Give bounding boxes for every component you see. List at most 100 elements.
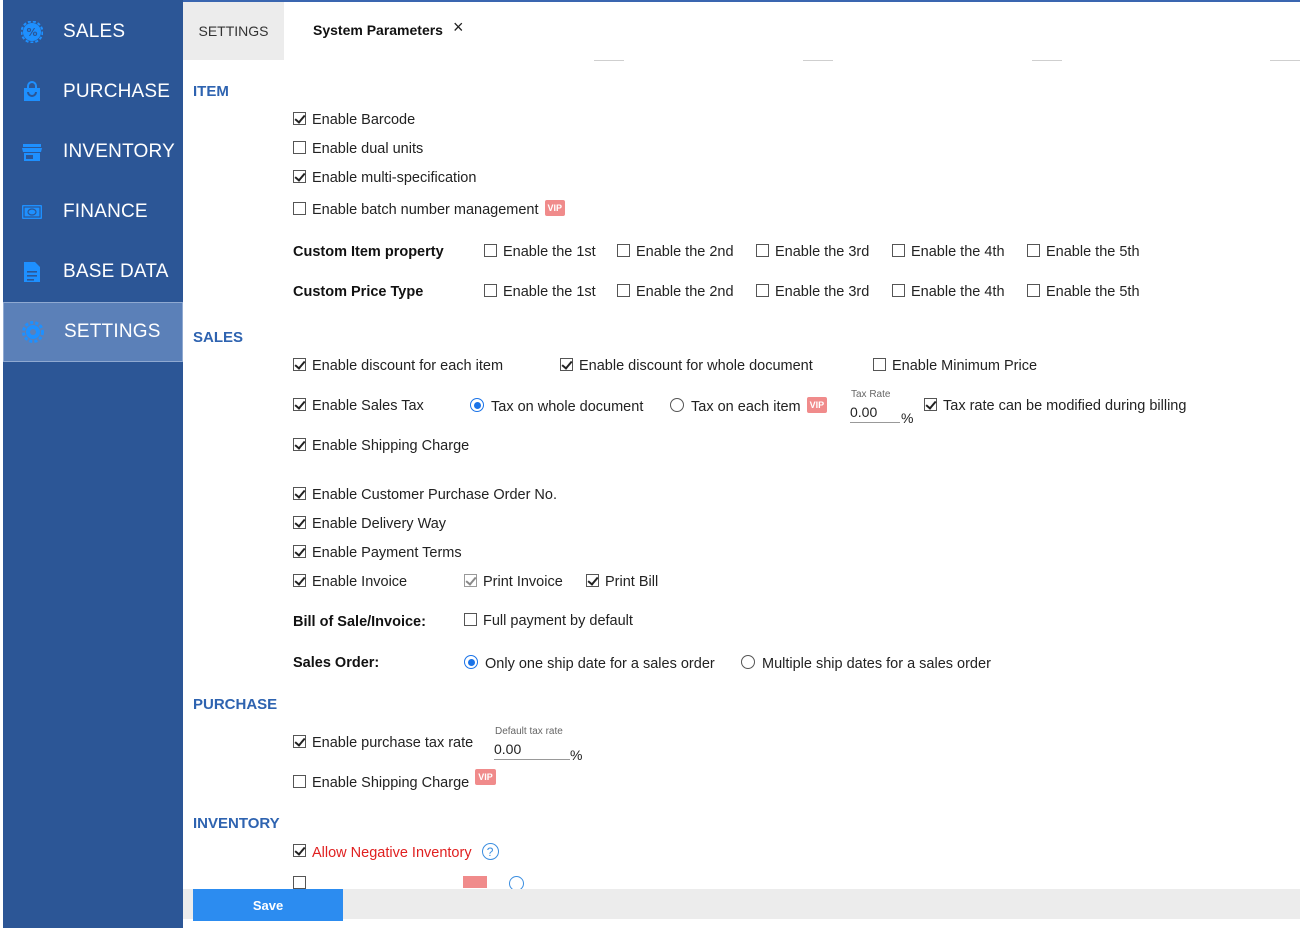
- allow-negative-inventory-checkbox[interactable]: Allow Negative Inventory?: [293, 843, 499, 861]
- help-icon[interactable]: ?: [481, 843, 499, 860]
- checkbox[interactable]: [293, 357, 306, 371]
- option-label: Multiple ship dates for a sales order: [762, 656, 991, 672]
- sidebar-item-base-data[interactable]: BASE DATA: [3, 242, 183, 302]
- radio[interactable]: [470, 398, 484, 412]
- custom-price-2-checkbox[interactable]: Enable the 2nd: [617, 283, 734, 300]
- default-tax-rate-input[interactable]: 0.00: [494, 740, 570, 760]
- custom-item-property-label: Custom Item property: [293, 244, 444, 260]
- custom-property-4-checkbox[interactable]: Enable the 4th: [892, 243, 1005, 260]
- print-bill-checkbox[interactable]: Print Bill: [586, 573, 659, 590]
- checkbox[interactable]: [293, 844, 306, 857]
- full-payment-checkbox[interactable]: Full payment by default: [464, 612, 633, 629]
- purchase-tax-rate-checkbox[interactable]: Enable purchase tax rate: [293, 734, 473, 751]
- tab-bar: SETTINGS System Parameters ×: [183, 2, 1300, 60]
- enable-sales-tax-checkbox[interactable]: Enable Sales Tax: [293, 397, 424, 414]
- sidebar-item-label: BASE DATA: [63, 261, 169, 282]
- option-label: Enable Invoice: [312, 574, 408, 590]
- option-label: Enable dual units: [312, 141, 424, 157]
- close-icon[interactable]: ×: [453, 17, 464, 38]
- tax-rate-field[interactable]: Tax Rate 0.00: [850, 389, 900, 427]
- sidebar-item-sales[interactable]: % SALES: [3, 2, 183, 62]
- sidebar-item-settings[interactable]: SETTINGS: [3, 302, 183, 362]
- custom-property-2-checkbox[interactable]: Enable the 2nd: [617, 243, 734, 260]
- checkbox[interactable]: [293, 774, 306, 788]
- tax-each-item-radio[interactable]: Tax on each item VIP: [670, 397, 828, 415]
- checkbox[interactable]: [293, 486, 306, 500]
- custom-property-1-checkbox[interactable]: Enable the 1st: [484, 243, 596, 260]
- option-label: Enable Barcode: [312, 112, 416, 128]
- print-invoice-checkbox[interactable]: Print Invoice: [464, 573, 563, 590]
- help-icon[interactable]: [509, 876, 524, 889]
- one-ship-date-radio[interactable]: Only one ship date for a sales order: [464, 655, 715, 672]
- enable-barcode-checkbox[interactable]: Enable Barcode: [293, 111, 416, 128]
- save-button[interactable]: Save: [193, 889, 343, 921]
- checkbox[interactable]: [293, 169, 306, 183]
- sidebar-item-purchase[interactable]: PURCHASE: [3, 62, 183, 122]
- tax-whole-document-radio[interactable]: Tax on whole document: [470, 398, 643, 415]
- sidebar-item-inventory[interactable]: INVENTORY: [3, 122, 183, 182]
- default-tax-rate-field[interactable]: Default tax rate 0.00: [494, 726, 570, 764]
- checkbox[interactable]: [464, 573, 477, 587]
- tax-rate-input[interactable]: 0.00: [850, 403, 900, 423]
- sidebar-item-label: INVENTORY: [63, 141, 175, 162]
- checkbox[interactable]: [293, 437, 306, 451]
- checkbox[interactable]: [293, 515, 306, 529]
- delivery-way-checkbox[interactable]: Enable Delivery Way: [293, 515, 446, 532]
- radio[interactable]: [464, 655, 478, 669]
- checkbox[interactable]: [293, 111, 306, 125]
- checkbox[interactable]: [484, 283, 497, 297]
- sales-shipping-charge-checkbox[interactable]: Enable Shipping Charge: [293, 437, 469, 454]
- multiple-ship-dates-radio[interactable]: Multiple ship dates for a sales order: [741, 655, 991, 672]
- vip-badge: [463, 876, 487, 888]
- checkbox[interactable]: [756, 283, 769, 297]
- customer-po-checkbox[interactable]: Enable Customer Purchase Order No.: [293, 486, 557, 503]
- radio[interactable]: [670, 398, 684, 412]
- checkbox[interactable]: [560, 357, 573, 371]
- checkbox[interactable]: [293, 876, 306, 889]
- tab-system-parameters[interactable]: System Parameters: [313, 22, 443, 38]
- checkbox[interactable]: [1027, 283, 1040, 297]
- enable-batch-checkbox[interactable]: Enable batch number management VIP: [293, 200, 566, 218]
- custom-price-1-checkbox[interactable]: Enable the 1st: [484, 283, 596, 300]
- tab-settings[interactable]: SETTINGS: [183, 2, 284, 60]
- option-label: Enable the 1st: [503, 244, 596, 260]
- option-label: Print Bill: [605, 574, 659, 590]
- option-label: Enable the 3rd: [775, 244, 870, 260]
- checkbox[interactable]: [293, 201, 306, 215]
- checkbox[interactable]: [1027, 243, 1040, 257]
- discount-each-item-checkbox[interactable]: Enable discount for each item: [293, 357, 503, 374]
- checkbox[interactable]: [924, 397, 937, 411]
- checkbox[interactable]: [484, 243, 497, 257]
- discount-whole-document-checkbox[interactable]: Enable discount for whole document: [560, 357, 813, 374]
- minimum-price-checkbox[interactable]: Enable Minimum Price: [873, 357, 1037, 374]
- svg-text:%: %: [26, 26, 37, 39]
- custom-price-5-checkbox[interactable]: Enable the 5th: [1027, 283, 1140, 300]
- custom-property-3-checkbox[interactable]: Enable the 3rd: [756, 243, 870, 260]
- payment-terms-checkbox[interactable]: Enable Payment Terms: [293, 544, 462, 561]
- checkbox[interactable]: [617, 283, 630, 297]
- sidebar-item-finance[interactable]: FINANCE: [3, 182, 183, 242]
- purchase-shipping-charge-checkbox[interactable]: Enable Shipping Charge VIP: [293, 769, 496, 791]
- custom-price-4-checkbox[interactable]: Enable the 4th: [892, 283, 1005, 300]
- checkbox[interactable]: [617, 243, 630, 257]
- checkbox[interactable]: [873, 357, 886, 371]
- enable-dual-units-checkbox[interactable]: Enable dual units: [293, 140, 424, 157]
- checkbox[interactable]: [586, 573, 599, 587]
- option-label: Print Invoice: [483, 574, 563, 590]
- custom-price-3-checkbox[interactable]: Enable the 3rd: [756, 283, 869, 300]
- checkbox[interactable]: [892, 283, 905, 297]
- checkbox[interactable]: [293, 544, 306, 558]
- checkbox[interactable]: [892, 243, 905, 257]
- radio[interactable]: [741, 655, 755, 669]
- checkbox[interactable]: [756, 243, 769, 257]
- checkbox[interactable]: [293, 734, 306, 748]
- checkbox[interactable]: [293, 397, 306, 411]
- enable-invoice-checkbox[interactable]: Enable Invoice: [293, 573, 408, 590]
- enable-multi-spec-checkbox[interactable]: Enable multi-specification: [293, 169, 476, 186]
- tax-rate-modifiable-checkbox[interactable]: Tax rate can be modified during billing: [924, 397, 1186, 414]
- checkbox[interactable]: [293, 140, 306, 154]
- checkbox[interactable]: [464, 612, 477, 626]
- option-label: Enable Payment Terms: [312, 545, 462, 561]
- checkbox[interactable]: [293, 573, 306, 587]
- custom-property-5-checkbox[interactable]: Enable the 5th: [1027, 243, 1140, 260]
